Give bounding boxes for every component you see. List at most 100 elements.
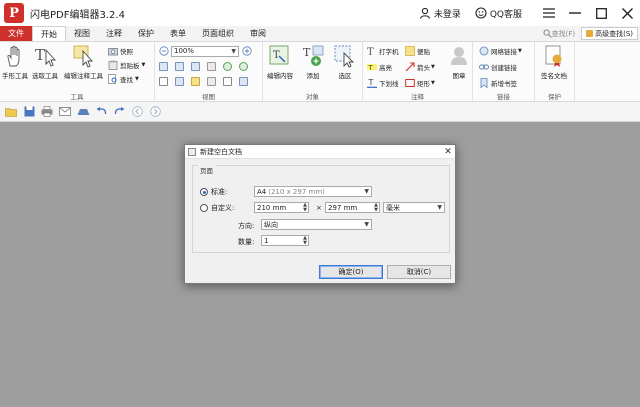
close-icon[interactable] <box>614 0 640 26</box>
typewriter-button[interactable]: T 打字机 <box>367 45 399 57</box>
tab-view[interactable]: 视图 <box>66 26 98 41</box>
tab-comment[interactable]: 注释 <box>98 26 130 41</box>
count-value: 1 <box>264 236 269 245</box>
highlight-button[interactable]: T 高亮 <box>367 61 392 73</box>
nav-back-icon[interactable] <box>130 105 144 119</box>
page-thumb-icon[interactable] <box>223 76 232 86</box>
minimize-icon[interactable] <box>562 0 588 26</box>
zoom-in-icon[interactable] <box>242 46 252 56</box>
web-link-button[interactable]: 网络链接 ▼ <box>479 45 522 57</box>
edit-annot-tool-button[interactable]: 编辑注释工具 <box>64 44 103 80</box>
bookmark-add-icon <box>480 78 488 88</box>
hamburger-icon[interactable] <box>536 0 562 26</box>
create-link-button[interactable]: 创建链接 <box>479 61 517 73</box>
bookmark-icon[interactable] <box>239 76 248 86</box>
qq-service-button[interactable]: QQ客服 <box>475 7 522 20</box>
standard-radio[interactable] <box>200 188 208 196</box>
height-value: 297 mm <box>328 203 358 212</box>
times-sign: × <box>316 204 322 212</box>
spin-arrows-icon[interactable]: ▲ ▼ <box>303 203 307 213</box>
dialog-title-bar[interactable]: 新建空白文档 ✕ <box>185 145 455 159</box>
sign-document-button[interactable]: 签名文档 <box>541 44 567 80</box>
advanced-find-button[interactable]: 高级查找(S) <box>581 27 638 40</box>
tab-review[interactable]: 审阅 <box>242 26 274 41</box>
add-button[interactable]: T 添加 <box>301 44 325 80</box>
count-input[interactable]: 1 ▲ ▼ <box>261 235 309 246</box>
ok-button[interactable]: 确定(O) <box>319 265 383 279</box>
zoom-out-icon[interactable] <box>159 46 169 56</box>
stamp-button[interactable]: 图章 <box>447 44 471 80</box>
select-tool-label: 选取工具 <box>32 72 58 80</box>
actual-size-icon[interactable] <box>191 61 200 71</box>
zoom-value: 100% <box>174 47 195 55</box>
orientation-select[interactable]: 纵向 ▼ <box>261 219 372 230</box>
select-tool-button[interactable]: T 选取工具 <box>32 44 58 80</box>
tab-form[interactable]: 表单 <box>162 26 194 41</box>
sign-document-icon <box>545 45 562 67</box>
width-input[interactable]: 210 mm ▲ ▼ <box>254 202 309 213</box>
rotate-right-icon[interactable] <box>239 61 248 71</box>
custom-radio[interactable] <box>200 204 208 212</box>
advanced-find-label: 高级查找(S) <box>595 29 633 38</box>
clipboard-label: 剪贴板 <box>120 62 140 70</box>
clipboard-button[interactable]: 剪贴板 ▼ <box>108 59 145 71</box>
maximize-icon[interactable] <box>588 0 614 26</box>
zoom-select[interactable]: 100% ▼ <box>171 45 239 57</box>
select-area-button[interactable]: 选区 <box>333 44 357 80</box>
open-folder-icon[interactable] <box>4 105 18 119</box>
rect-button[interactable]: 矩形 ▼ <box>405 77 435 89</box>
single-page-icon[interactable] <box>159 76 168 86</box>
attachment-icon[interactable] <box>207 76 216 86</box>
find-button[interactable]: 查找(F) <box>543 29 575 39</box>
unit-select[interactable]: 毫米 ▼ <box>383 202 445 213</box>
undo-icon[interactable] <box>94 105 108 119</box>
group-label-object: 对象 <box>306 93 319 101</box>
login-button[interactable]: 未登录 <box>419 7 461 20</box>
height-input[interactable]: 297 mm ▲ ▼ <box>325 202 380 213</box>
tab-protect[interactable]: 保护 <box>130 26 162 41</box>
save-icon[interactable] <box>22 105 36 119</box>
underline-button[interactable]: T 下划线 <box>367 77 399 89</box>
group-label-view: 视图 <box>202 93 215 101</box>
chevron-down-icon: ▼ <box>364 188 369 195</box>
page-section-label: 页面 <box>198 165 215 175</box>
continuous-icon[interactable] <box>175 76 184 86</box>
redo-icon[interactable] <box>112 105 126 119</box>
select-text-icon: T <box>35 46 57 67</box>
scan-icon[interactable] <box>76 105 90 119</box>
standard-size-select[interactable]: A4 (210 x 297 mm) ▼ <box>254 186 372 197</box>
nav-forward-icon[interactable] <box>148 105 162 119</box>
spin-arrows-icon[interactable]: ▲ ▼ <box>374 203 378 213</box>
print-icon[interactable] <box>40 105 54 119</box>
login-label: 未登录 <box>433 9 461 20</box>
hand-tool-button[interactable]: 手形工具 <box>2 44 28 80</box>
find-tool-label: 查找 <box>120 76 133 84</box>
new-bookmark-button[interactable]: 新增书签 <box>479 77 517 89</box>
dialog-close-icon[interactable]: ✕ <box>441 147 455 157</box>
tab-home[interactable]: 开始 <box>32 26 66 41</box>
tab-organize[interactable]: 页面组织 <box>194 26 242 41</box>
email-icon[interactable] <box>58 105 72 119</box>
edit-content-button[interactable]: T 编辑内容 <box>267 44 293 80</box>
hand-icon <box>7 45 20 67</box>
rotate-left-icon[interactable] <box>223 61 232 71</box>
chevron-down-icon: ▼ <box>518 48 522 54</box>
note-label: 便贴 <box>417 48 430 56</box>
menu-file[interactable]: 文件 <box>0 26 32 41</box>
find-tool-button[interactable]: 查找 ▼ <box>108 73 139 85</box>
spin-arrows-icon[interactable]: ▲ ▼ <box>303 236 307 246</box>
fit-page-icon[interactable] <box>159 61 168 71</box>
fit-width-icon[interactable] <box>175 61 184 71</box>
web-link-icon <box>479 46 489 56</box>
arrow-icon <box>405 62 415 72</box>
note-button[interactable]: 便贴 <box>405 45 430 57</box>
highlight-label: 高亮 <box>379 64 392 72</box>
group-label-tools: 工具 <box>70 93 84 101</box>
prev-view-icon[interactable] <box>207 61 216 71</box>
snapshot-button[interactable]: 快照 <box>108 45 133 57</box>
cancel-button[interactable]: 取消(C) <box>387 265 451 279</box>
app-title: 闪电PDF编辑器3.2.4 <box>30 9 125 21</box>
dialog-title: 新建空白文档 <box>200 147 242 156</box>
arrow-button[interactable]: 箭头 ▼ <box>405 61 435 73</box>
comment-icon[interactable] <box>191 76 200 86</box>
